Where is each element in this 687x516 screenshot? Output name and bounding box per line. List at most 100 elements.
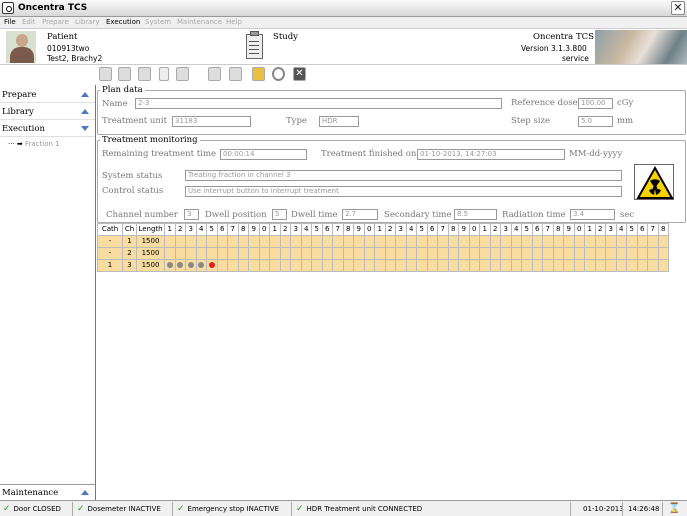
- dwell-cell[interactable]: [552, 247, 564, 260]
- dwell-cell[interactable]: [615, 259, 627, 272]
- dwell-cell[interactable]: [321, 235, 333, 248]
- dwell-cell[interactable]: [531, 235, 543, 248]
- dwell-cell[interactable]: [164, 247, 176, 260]
- menu-prepare[interactable]: Prepare: [42, 18, 69, 26]
- dwell-cell[interactable]: [626, 259, 638, 272]
- undo-icon[interactable]: [159, 67, 169, 81]
- dwell-cell[interactable]: [636, 259, 648, 272]
- dwell-cell[interactable]: [290, 235, 302, 248]
- dwell-cell[interactable]: [321, 259, 333, 272]
- dwell-cell[interactable]: [395, 247, 407, 260]
- dwell-cell[interactable]: [342, 235, 354, 248]
- clipboard-icon[interactable]: [244, 31, 266, 61]
- dwell-cell[interactable]: [542, 247, 554, 260]
- menu-system[interactable]: System: [145, 18, 171, 26]
- dwell-cell[interactable]: [531, 259, 543, 272]
- dwell-cell[interactable]: [248, 247, 260, 260]
- dwell-cell[interactable]: [657, 259, 669, 272]
- dwell-cell[interactable]: [279, 259, 291, 272]
- dwell-cell[interactable]: [657, 235, 669, 248]
- dwell-cell[interactable]: [290, 247, 302, 260]
- dwell-cell[interactable]: [185, 247, 197, 260]
- dwell-cell[interactable]: [615, 247, 627, 260]
- dwell-cell[interactable]: [605, 235, 617, 248]
- dwell-cell[interactable]: [563, 259, 575, 272]
- menu-maintenance[interactable]: Maintenance: [177, 18, 222, 26]
- dwell-cell[interactable]: [269, 259, 281, 272]
- dwell-cell[interactable]: [405, 259, 417, 272]
- dwell-cell[interactable]: [195, 247, 207, 260]
- dwell-cell[interactable]: [195, 259, 207, 272]
- dwell-cell[interactable]: [573, 235, 585, 248]
- dwell-cell[interactable]: [521, 259, 533, 272]
- dwell-cell[interactable]: [311, 235, 323, 248]
- document-icon[interactable]: [99, 67, 112, 81]
- menu-library[interactable]: Library: [75, 18, 99, 26]
- dwell-cell[interactable]: [332, 235, 344, 248]
- dwell-cell[interactable]: [479, 235, 491, 248]
- sidebar-item-prepare[interactable]: Prepare: [0, 87, 95, 103]
- dwell-cell[interactable]: [510, 247, 522, 260]
- name-field[interactable]: 2-3: [135, 98, 502, 109]
- dwell-cell[interactable]: [363, 235, 375, 248]
- dwell-cell[interactable]: [573, 259, 585, 272]
- menu-execution[interactable]: Execution: [106, 18, 140, 26]
- add-icon[interactable]: [208, 67, 221, 81]
- dwell-cell[interactable]: [248, 235, 260, 248]
- dwell-cell[interactable]: [489, 247, 501, 260]
- dwell-cell[interactable]: [332, 259, 344, 272]
- close-button[interactable]: ✕: [671, 1, 685, 15]
- dwell-cell[interactable]: [384, 259, 396, 272]
- dwell-cell[interactable]: [405, 235, 417, 248]
- dwell-cell[interactable]: [405, 247, 417, 260]
- dwell-cell[interactable]: [416, 259, 428, 272]
- dwell-cell[interactable]: [185, 259, 197, 272]
- dwell-cell[interactable]: [332, 247, 344, 260]
- dwell-cell[interactable]: [237, 247, 249, 260]
- table-row[interactable]: -1 1500: [97, 235, 669, 248]
- dwell-cell[interactable]: [216, 247, 228, 260]
- dwell-cell[interactable]: [647, 259, 659, 272]
- sidebar-item-maintenance[interactable]: Maintenance: [0, 484, 95, 500]
- dwell-cell[interactable]: [500, 247, 512, 260]
- dwell-cell[interactable]: [237, 235, 249, 248]
- dwell-cell[interactable]: [531, 247, 543, 260]
- dwell-cell[interactable]: [227, 247, 239, 260]
- menu-help[interactable]: Help: [226, 18, 242, 26]
- stop-icon[interactable]: [272, 67, 285, 81]
- key-icon[interactable]: [252, 67, 265, 81]
- dwell-cell[interactable]: [227, 259, 239, 272]
- dwell-cell[interactable]: [258, 259, 270, 272]
- dwell-cell[interactable]: [563, 247, 575, 260]
- dwell-cell[interactable]: [584, 259, 596, 272]
- dwell-cell[interactable]: [605, 247, 617, 260]
- dwell-cell[interactable]: [174, 235, 186, 248]
- dwell-cell[interactable]: [395, 235, 407, 248]
- dwell-cell[interactable]: [447, 259, 459, 272]
- dwell-cell[interactable]: [395, 259, 407, 272]
- dwell-cell[interactable]: [521, 235, 533, 248]
- dwell-cell[interactable]: [269, 247, 281, 260]
- dwell-cell[interactable]: [216, 259, 228, 272]
- dwell-cell[interactable]: [300, 259, 312, 272]
- dwell-cell[interactable]: [552, 259, 564, 272]
- dwell-cell[interactable]: [489, 259, 501, 272]
- close-icon[interactable]: ✕: [293, 67, 306, 81]
- type-field[interactable]: HDR: [319, 116, 359, 127]
- dwell-cell[interactable]: [216, 235, 228, 248]
- dwell-cell[interactable]: [416, 235, 428, 248]
- dwell-cell[interactable]: [552, 235, 564, 248]
- dwell-cell[interactable]: [584, 247, 596, 260]
- dwell-cell[interactable]: [195, 235, 207, 248]
- dwell-cell[interactable]: [636, 235, 648, 248]
- dwell-cell[interactable]: [447, 235, 459, 248]
- table-row[interactable]: -2 1500: [97, 247, 669, 260]
- dwell-cell[interactable]: [657, 247, 669, 260]
- dwell-cell[interactable]: [636, 247, 648, 260]
- dwell-cell[interactable]: [605, 259, 617, 272]
- dwell-cell[interactable]: [584, 235, 596, 248]
- dwell-cell[interactable]: [164, 235, 176, 248]
- dwell-cell[interactable]: [458, 247, 470, 260]
- tree-item-fraction[interactable]: ··· ➡ Fraction 1: [8, 140, 60, 148]
- dwell-cell[interactable]: [269, 235, 281, 248]
